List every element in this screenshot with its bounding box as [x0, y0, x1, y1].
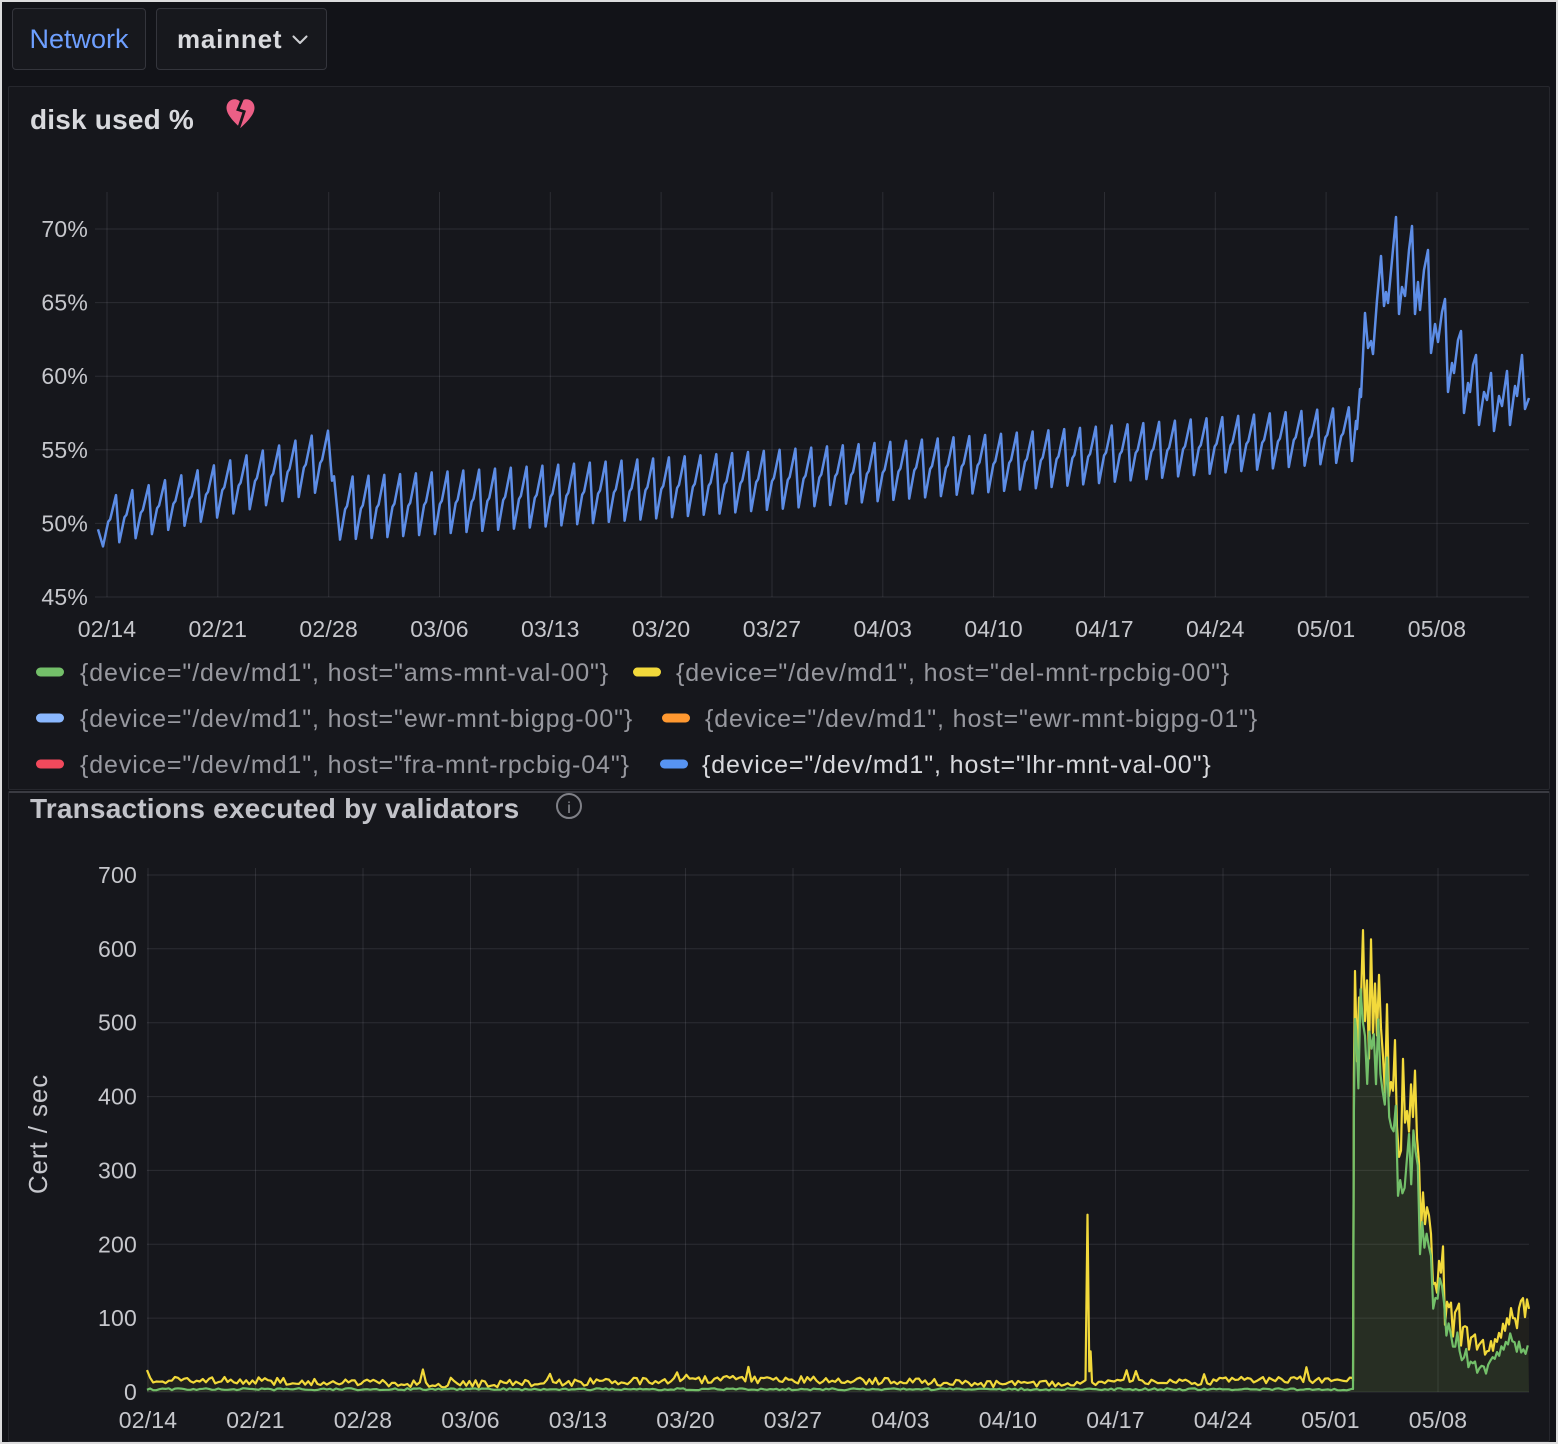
svg-text:04/17: 04/17: [1086, 1407, 1145, 1433]
svg-text:05/01: 05/01: [1301, 1407, 1360, 1433]
svg-text:03/13: 03/13: [549, 1407, 608, 1433]
svg-text:200: 200: [98, 1231, 137, 1257]
svg-text:45%: 45%: [41, 584, 88, 610]
svg-text:03/20: 03/20: [632, 616, 691, 642]
svg-text:02/21: 02/21: [189, 616, 248, 642]
svg-text:04/10: 04/10: [964, 616, 1023, 642]
svg-text:600: 600: [98, 936, 137, 962]
svg-text:04/03: 04/03: [871, 1407, 930, 1433]
svg-text:{device="/dev/md1", host="ams-: {device="/dev/md1", host="ams-mnt-val-00…: [80, 659, 609, 687]
svg-text:05/08: 05/08: [1408, 616, 1467, 642]
svg-text:60%: 60%: [41, 363, 88, 389]
svg-text:Cert / sec: Cert / sec: [23, 1074, 53, 1194]
svg-text:03/27: 03/27: [764, 1407, 823, 1433]
svg-text:100: 100: [98, 1305, 137, 1331]
svg-text:03/06: 03/06: [441, 1407, 500, 1433]
svg-text:05/01: 05/01: [1297, 616, 1356, 642]
svg-text:02/21: 02/21: [226, 1407, 285, 1433]
svg-text:04/03: 04/03: [854, 616, 913, 642]
svg-text:400: 400: [98, 1084, 137, 1110]
svg-text:Transactions executed by valid: Transactions executed by validators: [30, 793, 519, 824]
svg-text:04/24: 04/24: [1194, 1407, 1253, 1433]
svg-text:0: 0: [124, 1379, 137, 1405]
svg-text:03/20: 03/20: [656, 1407, 715, 1433]
svg-text:{device="/dev/md1", host="ewr-: {device="/dev/md1", host="ewr-mnt-bigpg-…: [80, 705, 633, 733]
svg-text:700: 700: [98, 862, 137, 888]
svg-text:{device="/dev/md1", host="fra-: {device="/dev/md1", host="fra-mnt-rpcbig…: [80, 751, 630, 779]
svg-text:500: 500: [98, 1010, 137, 1036]
svg-text:i: i: [567, 800, 571, 817]
svg-text:05/08: 05/08: [1409, 1407, 1468, 1433]
svg-text:04/24: 04/24: [1186, 616, 1245, 642]
svg-text:65%: 65%: [41, 290, 88, 316]
svg-text:02/28: 02/28: [334, 1407, 393, 1433]
svg-text:02/28: 02/28: [299, 616, 358, 642]
svg-text:04/10: 04/10: [979, 1407, 1038, 1433]
svg-text:70%: 70%: [41, 216, 88, 242]
svg-text:{device="/dev/md1", host="del-: {device="/dev/md1", host="del-mnt-rpcbig…: [676, 659, 1230, 687]
svg-text:03/27: 03/27: [743, 616, 802, 642]
svg-text:{device="/dev/md1", host="ewr-: {device="/dev/md1", host="ewr-mnt-bigpg-…: [705, 705, 1258, 733]
svg-text:300: 300: [98, 1157, 137, 1183]
svg-text:50%: 50%: [41, 510, 88, 536]
svg-text:55%: 55%: [41, 437, 88, 463]
svg-text:03/06: 03/06: [410, 616, 469, 642]
svg-text:02/14: 02/14: [119, 1407, 178, 1433]
svg-text:03/13: 03/13: [521, 616, 580, 642]
svg-text:{device="/dev/md1", host="lhr-: {device="/dev/md1", host="lhr-mnt-val-00…: [702, 751, 1212, 779]
svg-text:04/17: 04/17: [1075, 616, 1134, 642]
svg-text:02/14: 02/14: [78, 616, 137, 642]
svg-text:disk used %: disk used %: [30, 104, 194, 135]
